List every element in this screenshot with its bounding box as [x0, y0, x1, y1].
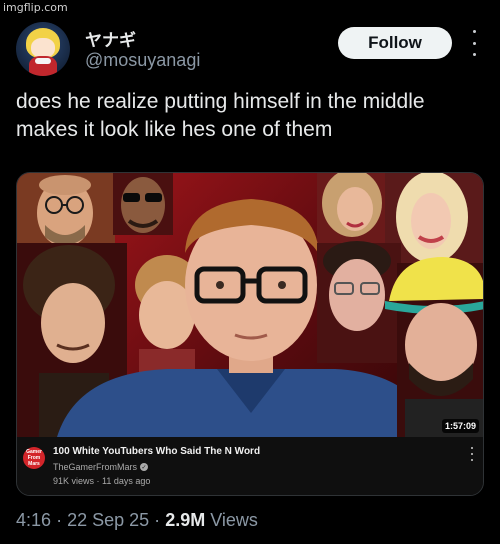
video-card[interactable]: 1:57:09 Gamer From Mars 100 White YouTub…: [16, 172, 484, 496]
more-dot: [472, 41, 476, 45]
follow-button[interactable]: Follow: [338, 27, 452, 59]
video-title[interactable]: 100 White YouTubers Who Said The N Word: [53, 446, 260, 457]
more-dot: [472, 30, 476, 33]
separator: ·: [154, 510, 161, 530]
post-metadata: 4:16 · 22 Sep 25 · 2.9M Views: [16, 510, 258, 531]
video-meta: 91K views · 11 days ago: [53, 476, 151, 486]
author-display-name[interactable]: ヤナギ: [85, 26, 136, 51]
verified-icon: ✓: [140, 463, 149, 471]
tweet-header: ヤナギ @mosuyanagi Follow: [16, 20, 488, 80]
author-avatar[interactable]: [16, 22, 70, 76]
more-dot: [472, 53, 476, 56]
video-thumbnail[interactable]: 1:57:09: [17, 173, 483, 437]
imgflip-watermark: imgflip.com: [3, 1, 68, 14]
post-date[interactable]: 22 Sep 25: [67, 510, 149, 530]
more-dot: [471, 459, 473, 461]
avatar-bow: [35, 58, 51, 64]
separator: ·: [56, 510, 63, 530]
post-time[interactable]: 4:16: [16, 510, 51, 530]
video-duration: 1:57:09: [441, 419, 479, 433]
face-sunglasses: [113, 173, 173, 235]
more-dot: [471, 453, 473, 455]
more-dot: [471, 447, 473, 449]
video-more-icon[interactable]: [469, 447, 475, 461]
channel-name[interactable]: TheGamerFromMars: [53, 462, 137, 472]
video-info: Gamer From Mars 100 White YouTubers Who …: [17, 437, 483, 495]
avatar-face: [31, 38, 55, 58]
views-count: 2.9M: [165, 510, 206, 530]
more-options-icon[interactable]: [468, 30, 480, 56]
face-top-left: [17, 173, 115, 251]
tweet-text: does he realize putting himself in the m…: [16, 90, 425, 141]
views-label: Views: [210, 510, 258, 530]
thumbnail-collage: [17, 173, 483, 437]
face-yellow-hat: [385, 257, 483, 437]
author-handle[interactable]: @mosuyanagi: [85, 50, 200, 71]
face-top-right-woman: [317, 173, 387, 243]
channel-avatar[interactable]: Gamer From Mars: [23, 447, 45, 469]
channel-row: TheGamerFromMars ✓: [53, 462, 149, 472]
